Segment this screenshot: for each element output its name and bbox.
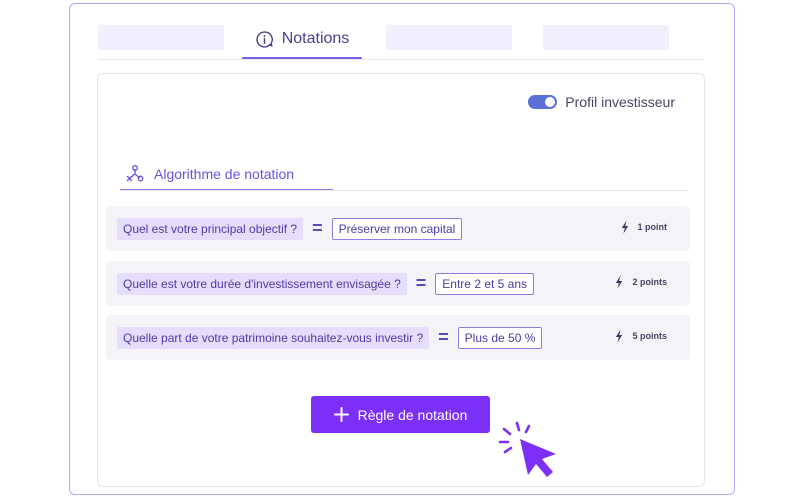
- tabs-divider: [98, 59, 704, 60]
- tab-notations[interactable]: Notations: [242, 18, 362, 60]
- add-rule-button[interactable]: Règle de notation: [311, 396, 490, 433]
- info-icon: [256, 30, 273, 48]
- tab-placeholder-3[interactable]: [543, 25, 669, 50]
- rule-answer[interactable]: Plus de 50 %: [457, 326, 543, 349]
- tab-placeholder-2[interactable]: [386, 25, 512, 50]
- rule-points-label: 5 points: [632, 331, 667, 341]
- lightning-icon: [621, 220, 628, 234]
- rule-operator: =: [312, 218, 323, 238]
- rule-points: 2 points: [615, 275, 667, 289]
- tab-placeholder-1[interactable]: [98, 25, 224, 50]
- lightning-icon: [616, 329, 623, 343]
- rule-row[interactable]: Quelle part de votre patrimoine souhaite…: [106, 315, 690, 360]
- network-icon: [126, 165, 144, 182]
- plus-icon: [333, 407, 349, 422]
- rule-answer[interactable]: Entre 2 et 5 ans: [435, 272, 535, 295]
- lightning-icon: [616, 275, 623, 289]
- profile-investor-toggle[interactable]: Profil investisseur: [528, 94, 675, 110]
- section-divider: [120, 190, 688, 191]
- rule-operator: =: [438, 327, 449, 347]
- app-frame: Notations Profil investisseur Algorithme…: [69, 3, 735, 495]
- rule-row[interactable]: Quel est votre principal objectif ? = Pr…: [106, 206, 690, 251]
- rule-operator: =: [415, 273, 427, 293]
- tab-algorithm[interactable]: Algorithme de notation: [120, 157, 333, 191]
- rule-question[interactable]: Quelle est votre durée d'investissement …: [117, 272, 407, 295]
- rule-row[interactable]: Quelle est votre durée d'investissement …: [106, 261, 690, 306]
- rule-answer[interactable]: Préserver mon capital: [331, 217, 463, 240]
- rule-points-label: 2 points: [632, 277, 667, 287]
- toggle-knob: [545, 97, 556, 107]
- tab-notations-label: Notations: [281, 30, 350, 47]
- profile-toggle-label: Profil investisseur: [565, 94, 675, 110]
- notation-card: Profil investisseur Algorithme de notati…: [97, 73, 705, 487]
- rule-points: 5 points: [615, 329, 667, 343]
- rule-question[interactable]: Quel est votre principal objectif ?: [117, 217, 304, 240]
- add-rule-button-label: Règle de notation: [357, 406, 468, 423]
- toggle-switch[interactable]: [528, 95, 558, 109]
- rule-question[interactable]: Quelle part de votre patrimoine souhaite…: [117, 326, 430, 349]
- rule-points-label: 1 point: [637, 222, 668, 232]
- click-cursor-icon: [498, 421, 556, 477]
- tab-algorithm-label: Algorithme de notation: [154, 166, 295, 182]
- rule-points: 1 point: [621, 220, 668, 234]
